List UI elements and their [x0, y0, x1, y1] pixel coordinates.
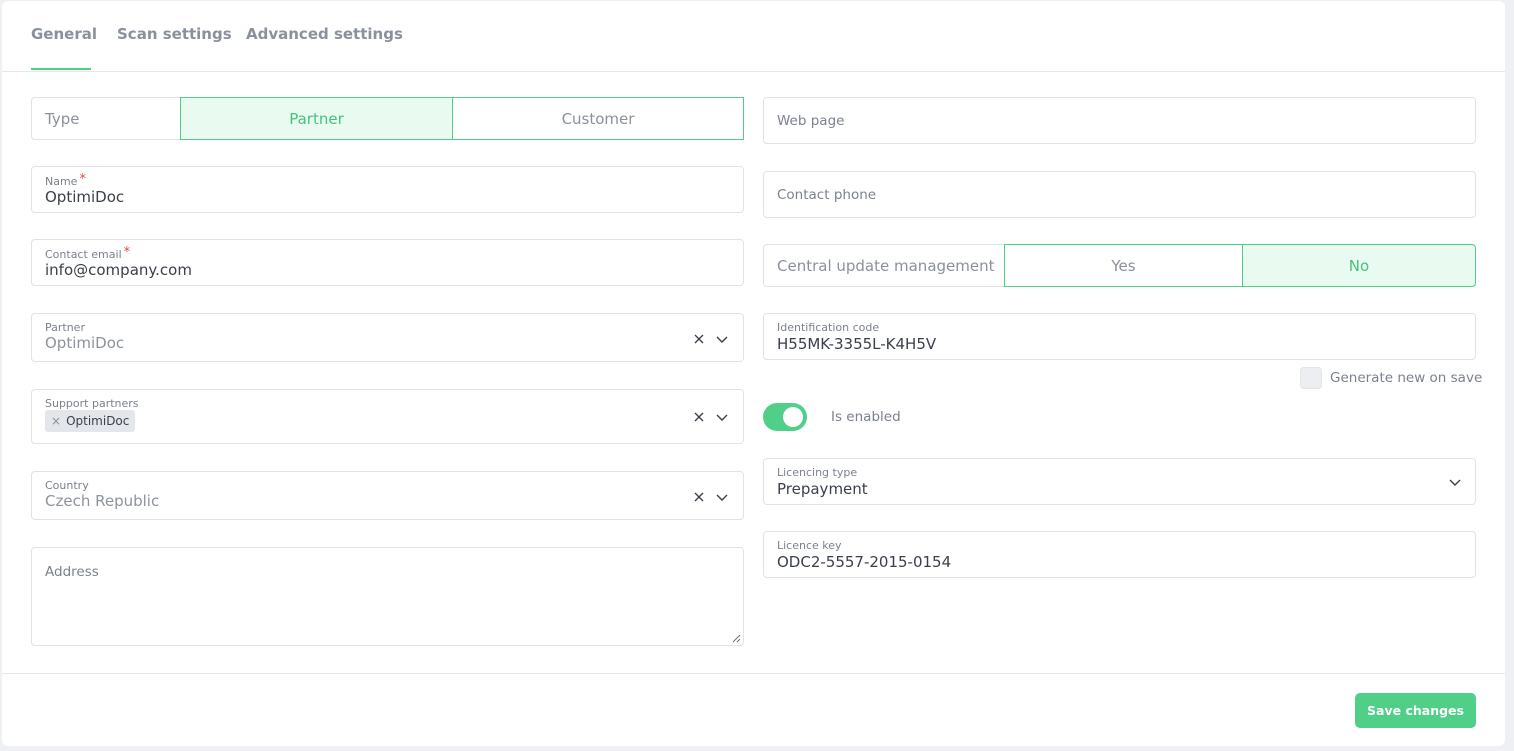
web-page-input[interactable]: Web page [763, 97, 1476, 144]
toggle-knob [783, 407, 803, 427]
partner-value: OptimiDoc [45, 334, 125, 352]
country-select[interactable]: Country Czech Republic [31, 471, 744, 520]
save-changes-button[interactable]: Save changes [1355, 693, 1476, 728]
is-enabled-label: Is enabled [831, 409, 901, 425]
contact-email-label: Contact email * [45, 245, 131, 261]
support-partner-chip: × OptimiDoc [45, 410, 136, 432]
clear-icon[interactable] [692, 490, 706, 504]
chevron-down-icon[interactable] [715, 332, 729, 346]
contact-email-field[interactable]: Contact email * info@company.com [31, 239, 744, 286]
clear-icon[interactable] [692, 332, 706, 346]
identification-code-value: H55MK-3355L-K4H5V [777, 335, 937, 353]
name-label: Name * [45, 172, 86, 188]
identification-code-field[interactable]: Identification code H55MK-3355L-K4H5V [763, 313, 1476, 360]
licence-key-field[interactable]: Licence key ODC2-5557-2015-0154 [763, 531, 1476, 578]
tab-general[interactable]: General [31, 25, 97, 43]
footer-divider [2, 673, 1505, 674]
tab-advanced-settings[interactable]: Advanced settings [246, 25, 403, 43]
contact-phone-placeholder: Contact phone [777, 187, 877, 203]
is-enabled-toggle[interactable] [763, 403, 807, 431]
chevron-down-icon[interactable] [715, 410, 729, 424]
settings-card: General Scan settings Advanced settings … [2, 1, 1505, 746]
resize-grip-icon[interactable] [731, 633, 741, 643]
licencing-type-label: Licencing type [777, 466, 858, 479]
licence-key-value: ODC2-5557-2015-0154 [777, 553, 952, 571]
name-field[interactable]: Name * OptimiDoc [31, 166, 744, 213]
partner-select[interactable]: Partner OptimiDoc [31, 313, 744, 362]
chip-remove-icon[interactable]: × [51, 414, 61, 428]
identification-code-label: Identification code [777, 321, 880, 334]
type-label: Type [45, 110, 80, 128]
address-placeholder: Address [45, 564, 99, 580]
tab-bar: General Scan settings Advanced settings [2, 1, 1505, 72]
required-mark: * [123, 245, 131, 260]
partner-label: Partner [45, 321, 85, 334]
active-tab-indicator [31, 68, 91, 70]
country-value: Czech Republic [45, 492, 160, 510]
central-update-option-yes[interactable]: Yes [1004, 244, 1243, 287]
address-textarea[interactable]: Address [31, 547, 744, 646]
clear-icon[interactable] [692, 410, 706, 424]
contact-phone-input[interactable]: Contact phone [763, 171, 1476, 218]
web-page-placeholder: Web page [777, 113, 845, 129]
support-partners-label: Support partners [45, 397, 139, 410]
tab-scan-settings[interactable]: Scan settings [117, 25, 232, 43]
contact-email-value: info@company.com [45, 261, 192, 279]
chevron-down-icon[interactable] [715, 490, 729, 504]
required-mark: * [79, 172, 86, 187]
generate-new-checkbox[interactable] [1300, 367, 1322, 389]
licencing-type-value: Prepayment [777, 480, 868, 498]
central-update-label: Central update management [777, 257, 995, 275]
chip-label: OptimiDoc [66, 414, 130, 428]
type-option-partner[interactable]: Partner [180, 97, 453, 140]
chevron-down-icon[interactable] [1448, 475, 1462, 489]
licence-key-label: Licence key [777, 539, 842, 552]
name-value: OptimiDoc [45, 188, 125, 206]
generate-new-label: Generate new on save [1330, 370, 1483, 386]
licencing-type-select[interactable]: Licencing type Prepayment [763, 458, 1476, 505]
type-option-customer[interactable]: Customer [452, 97, 744, 140]
central-update-option-no[interactable]: No [1242, 244, 1476, 287]
country-label: Country [45, 479, 89, 492]
support-partners-select[interactable]: Support partners × OptimiDoc [31, 389, 744, 444]
